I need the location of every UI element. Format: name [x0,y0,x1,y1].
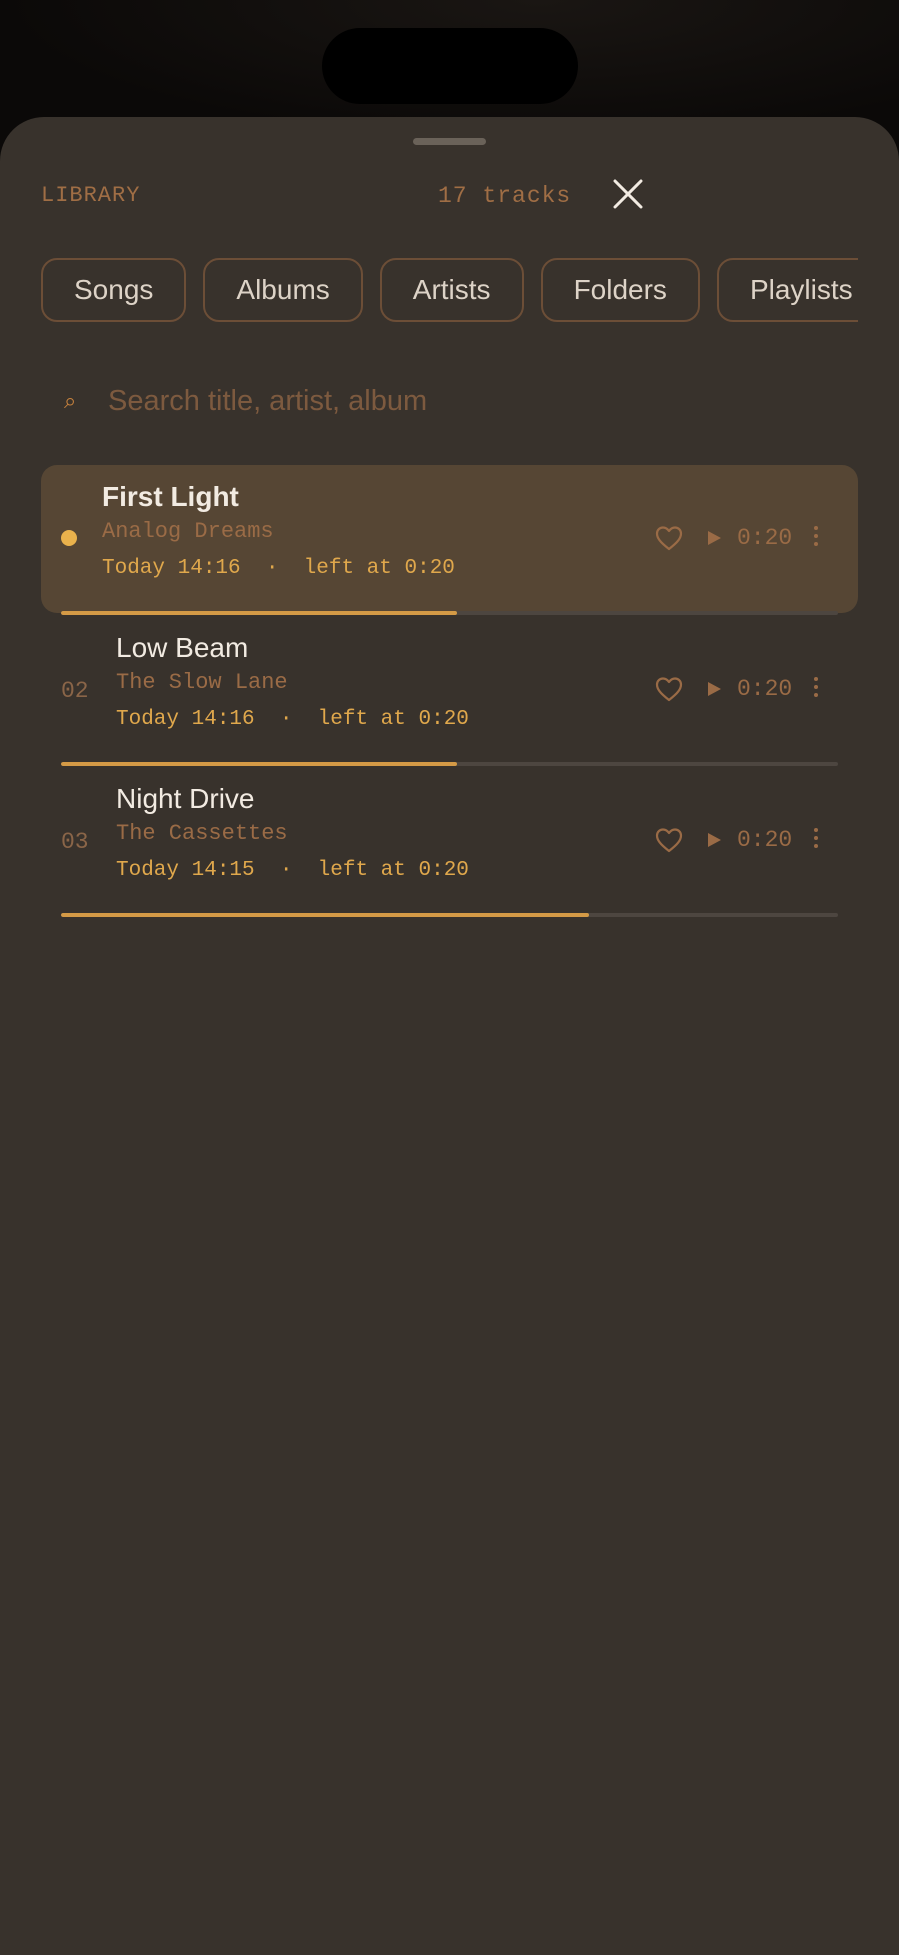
more-vertical-icon[interactable] [811,523,821,551]
track-artist: The Slow Lane [116,670,288,695]
track-artist: The Cassettes [116,821,288,846]
dynamic-island [322,28,578,104]
tab-albums[interactable]: Albums [203,258,363,322]
track-progress [61,611,838,615]
play-icon[interactable] [705,529,723,547]
tab-artists[interactable]: Artists [379,258,524,322]
track-date: Today 14:16 [116,708,255,731]
track-duration: 0:20 [737,676,793,702]
track-artist: Analog Dreams [102,519,274,544]
meta-separator: · [279,708,293,731]
track-date: Today 14:16 [102,557,241,580]
track-position: left at 0:20 [317,708,469,731]
heart-icon[interactable] [654,523,684,553]
meta-separator: · [265,557,279,580]
track-duration: 0:20 [737,525,793,551]
search-icon: ⌕ [64,388,77,413]
track-title: Low Beam [116,632,249,663]
track-count: 17 tracks [438,183,572,209]
meta-separator: · [279,859,293,882]
tab-folders[interactable]: Folders [540,258,700,322]
sheet-grabber[interactable] [413,138,486,145]
track-position: left at 0:20 [317,859,469,882]
close-button[interactable] [610,176,646,212]
track-title: First Light [102,481,239,512]
track-duration: 0:20 [737,827,793,853]
play-icon[interactable] [705,680,723,698]
track-title: Night Drive [116,783,255,814]
heart-icon[interactable] [654,674,684,704]
track-row[interactable]: 02 Low Beam The Slow Lane Today 14:16 · … [41,616,858,764]
search-input[interactable] [108,384,808,418]
track-progress-fill [61,611,458,615]
track-number: 03 [61,829,89,855]
search-bar: ⌕ [41,366,858,436]
more-vertical-icon[interactable] [811,674,821,702]
play-icon[interactable] [705,831,723,849]
track-meta: Today 14:16 · left at 0:20 [102,557,455,580]
track-meta: Today 14:15 · left at 0:20 [116,859,469,882]
heart-icon[interactable] [654,825,684,855]
track-row[interactable]: First Light Analog Dreams Today 14:16 · … [41,465,858,613]
track-progress-fill [61,913,590,917]
now-playing-dot-icon [61,530,77,546]
more-vertical-icon[interactable] [811,825,821,853]
close-icon [613,179,643,209]
track-date: Today 14:15 [116,859,255,882]
track-meta: Today 14:16 · left at 0:20 [116,708,469,731]
track-row[interactable]: 03 Night Drive The Cassettes Today 14:15… [41,767,858,915]
track-progress [61,762,838,766]
track-position: left at 0:20 [303,557,455,580]
library-title: LIBRARY [41,183,141,208]
track-number: 02 [61,678,89,704]
category-tabs: Songs Albums Artists Folders Playlists [41,258,858,324]
track-progress [61,913,838,917]
track-progress-fill [61,762,458,766]
tab-playlists[interactable]: Playlists [716,258,858,322]
tab-songs[interactable]: Songs [41,258,187,322]
